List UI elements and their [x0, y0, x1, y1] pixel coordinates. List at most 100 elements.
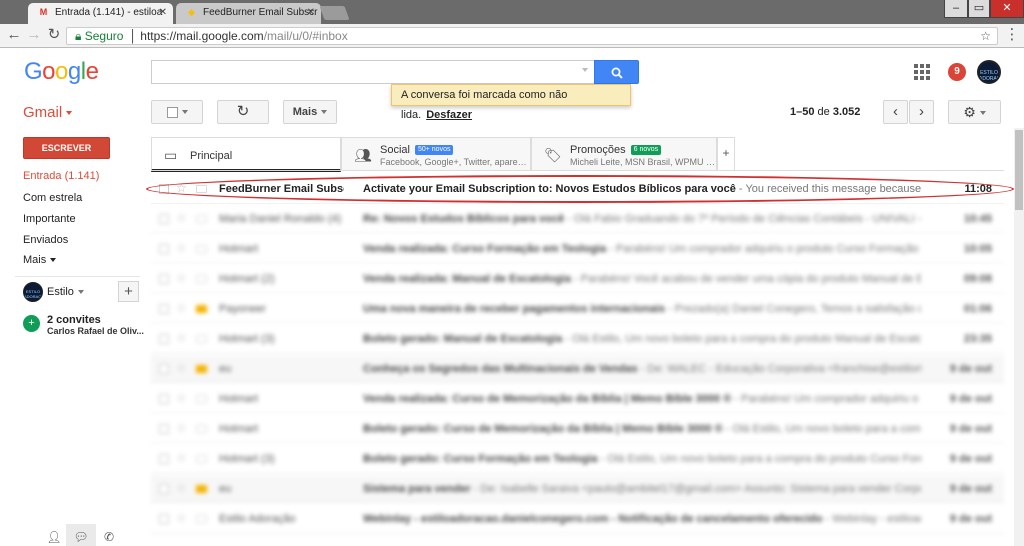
important-marker-icon[interactable] [196, 305, 207, 313]
browser-tab-feedburner[interactable]: ◆ FeedBurner Email Subscr ✕ [176, 3, 321, 24]
minimize-button[interactable]: – [944, 0, 968, 18]
undo-link[interactable]: Desfazer [426, 109, 472, 121]
select-checkbox-button[interactable] [151, 100, 203, 124]
row-checkbox[interactable] [159, 304, 169, 314]
email-row[interactable]: ☆ Hotmart Venda realizada: Curso de Memori… [151, 385, 1004, 414]
contacts-icon[interactable]: 👤︎ [45, 528, 63, 546]
previous-page-button[interactable]: ‹ [883, 100, 908, 124]
row-checkbox[interactable] [159, 274, 169, 284]
close-tab-icon[interactable]: ✕ [307, 7, 315, 18]
important-marker-icon[interactable] [196, 515, 207, 523]
email-row[interactable]: ☆ Hotmart Boleto gerado: Curso de Memoriza… [151, 415, 1004, 444]
menu-kebab-icon[interactable]: ⋮ [1003, 26, 1021, 44]
email-snippet: - Olá Estilo, Um novo boleto para a comp… [600, 453, 921, 465]
hangouts-avatar[interactable]: ESTILO ADORAÇÃO [23, 282, 43, 302]
close-tab-icon[interactable]: ✕ [159, 7, 167, 18]
add-tab-button[interactable]: + [717, 137, 735, 170]
next-page-button[interactable]: › [909, 100, 934, 124]
refresh-button[interactable]: ↻ [217, 100, 269, 124]
tab-promotions[interactable]: 🏷︎ Promoções 6 novos Micheli Leite, MSN B… [531, 137, 720, 171]
browser-tab-inbox[interactable]: M Entrada (1.141) - estiloa ✕ [28, 3, 173, 24]
apps-grid-icon[interactable] [914, 64, 930, 80]
star-bookmark-icon[interactable]: ☆ [980, 28, 991, 44]
search-button[interactable] [594, 60, 639, 84]
star-icon[interactable]: ☆ [176, 421, 187, 435]
important-marker-icon[interactable] [196, 185, 207, 193]
star-icon[interactable]: ☆ [176, 331, 187, 345]
hangouts-icon[interactable]: 💬︎ [72, 528, 90, 546]
sidebar-item-starred[interactable]: Com estrela [23, 192, 143, 204]
new-tab-button[interactable] [319, 6, 350, 20]
important-marker-icon[interactable] [196, 365, 207, 373]
row-checkbox[interactable] [159, 484, 169, 494]
important-marker-icon[interactable] [196, 215, 207, 223]
important-marker-icon[interactable] [196, 275, 207, 283]
email-row[interactable]: ☆ Maria Daniel Ronaldo (4) Re: Novos Estud… [151, 205, 1004, 234]
important-marker-icon[interactable] [196, 455, 207, 463]
email-row[interactable]: ☆ Hotmart (3) Boleto gerado: Manual de Esc… [151, 325, 1004, 354]
row-checkbox[interactable] [159, 214, 169, 224]
row-checkbox[interactable] [159, 424, 169, 434]
star-icon[interactable]: ☆ [176, 241, 187, 255]
star-icon[interactable]: ☆ [176, 211, 187, 225]
star-icon[interactable]: ☆ [176, 511, 187, 525]
google-logo[interactable]: Google [24, 58, 99, 86]
row-checkbox[interactable] [159, 364, 169, 374]
forward-arrow-icon[interactable]: → [25, 26, 43, 44]
star-icon[interactable]: ☆ [176, 301, 187, 315]
gmail-menu[interactable]: Gmail [23, 104, 73, 121]
invites-subtitle[interactable]: Carlos Rafael de Oliv... [47, 326, 144, 336]
important-marker-icon[interactable] [196, 425, 207, 433]
sidebar-item-important[interactable]: Importante [23, 213, 143, 225]
important-marker-icon[interactable] [196, 335, 207, 343]
star-icon[interactable]: ☆ [176, 451, 187, 465]
phone-icon[interactable]: ✆ [100, 528, 118, 546]
url-input[interactable]: 🔒︎ Seguro │ https://mail.google.com/mail/… [66, 27, 998, 45]
back-arrow-icon[interactable]: ← [5, 26, 23, 44]
email-row[interactable]: ☆ eu Conheça os Segredos das Multinacionai… [151, 355, 1004, 384]
email-row[interactable]: ☆ Hotmart (2) Venda realizada: Manual de E… [151, 265, 1004, 294]
sidebar-item-inbox[interactable]: Entrada (1.141) [23, 170, 143, 182]
email-row[interactable]: ☆ Hotmart Venda realizada: Curso Formação … [151, 235, 1004, 264]
row-checkbox[interactable] [159, 334, 169, 344]
tab-social-badge: 50+ novos [414, 145, 454, 156]
sidebar-item-more[interactable]: Mais [23, 254, 143, 266]
search-options-caret-icon[interactable] [582, 68, 588, 72]
invites-title[interactable]: 2 convites [47, 314, 101, 326]
star-icon[interactable]: ☆ [176, 391, 187, 405]
sidebar-item-sent[interactable]: Enviados [23, 234, 143, 246]
star-icon[interactable]: ☆ [176, 181, 187, 195]
search-input[interactable] [151, 60, 594, 84]
maximize-button[interactable]: ▭ [968, 0, 990, 18]
scrollbar[interactable] [1014, 128, 1024, 546]
important-marker-icon[interactable] [196, 395, 207, 403]
email-row[interactable]: ☆ Payoneer Uma nova maneira de receber pag… [151, 295, 1004, 324]
email-row[interactable]: ☆ Estilo Adoração Webinlay - estiloadoraca… [151, 505, 1004, 534]
hangouts-user[interactable]: Estilo [47, 286, 84, 298]
new-hangout-button[interactable]: + [118, 281, 139, 302]
row-checkbox[interactable] [159, 244, 169, 254]
row-checkbox[interactable] [159, 454, 169, 464]
avatar[interactable]: ESTILO ADORAÇÃO [977, 60, 1001, 84]
close-window-button[interactable]: ✕ [990, 0, 1024, 18]
row-checkbox[interactable] [159, 184, 169, 194]
more-button[interactable]: Mais [283, 100, 337, 124]
compose-button[interactable]: ESCREVER [23, 137, 110, 159]
important-marker-icon[interactable] [196, 485, 207, 493]
notification-badge[interactable]: 9 [948, 63, 966, 81]
star-icon[interactable]: ☆ [176, 271, 187, 285]
tab-social[interactable]: 👥︎ Social 50+ novos Facebook, Google+, Tw… [341, 137, 531, 171]
email-row[interactable]: ☆ FeedBurner Email Subscri. Activate your … [151, 175, 1004, 204]
row-checkbox[interactable] [159, 394, 169, 404]
reload-icon[interactable]: ↻ [45, 26, 63, 44]
email-row[interactable]: ☆ Hotmart (3) Boleto gerado: Curso Formaçã… [151, 445, 1004, 474]
star-icon[interactable]: ☆ [176, 481, 187, 495]
scrollbar-thumb[interactable] [1015, 130, 1023, 210]
important-marker-icon[interactable] [196, 245, 207, 253]
row-checkbox[interactable] [159, 514, 169, 524]
tab-primary[interactable]: ▭ Principal [151, 137, 341, 172]
email-row[interactable]: ☆ eu Sistema para vender - De: Isabelle Sa… [151, 475, 1004, 504]
star-icon[interactable]: ☆ [176, 361, 187, 375]
email-sender: FeedBurner Email Subscri. [219, 183, 344, 195]
settings-button[interactable]: ⚙ [948, 100, 1001, 124]
